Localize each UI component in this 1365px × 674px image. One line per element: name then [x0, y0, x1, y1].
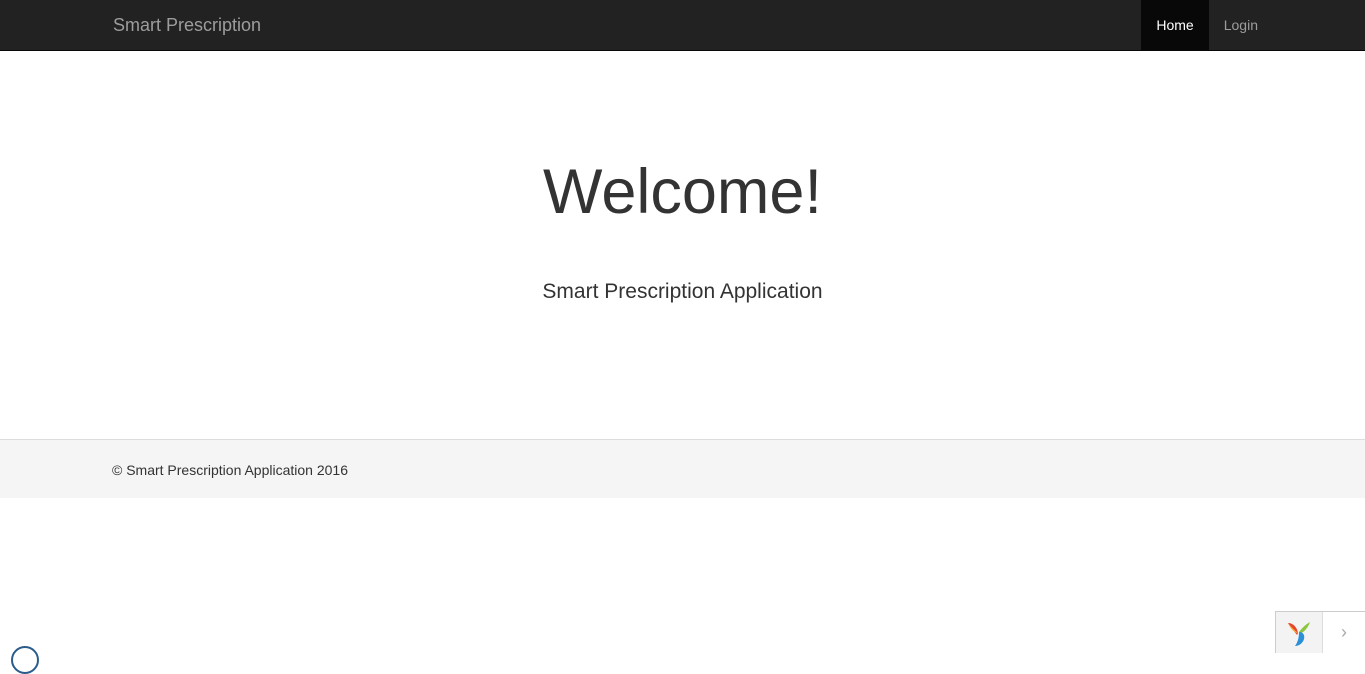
chevron-right-icon[interactable]: ›	[1323, 612, 1365, 653]
corner-badge-icon[interactable]	[11, 646, 39, 674]
yii-logo-icon[interactable]	[1276, 612, 1323, 653]
nav-item-home[interactable]: Home	[1141, 0, 1209, 50]
brand-link[interactable]: Smart Prescription	[113, 15, 261, 35]
footer-copyright: © Smart Prescription Application 2016	[112, 462, 348, 478]
welcome-heading: Welcome!	[543, 157, 822, 227]
nav-item-login[interactable]: Login	[1209, 0, 1273, 50]
welcome-subtitle: Smart Prescription Application	[542, 280, 823, 303]
top-navbar: Smart Prescription Home Login	[0, 0, 1365, 51]
page-footer: © Smart Prescription Application 2016	[0, 439, 1365, 498]
main-nav: Home Login	[1141, 0, 1273, 50]
debug-toolbar: ›	[1275, 611, 1365, 653]
